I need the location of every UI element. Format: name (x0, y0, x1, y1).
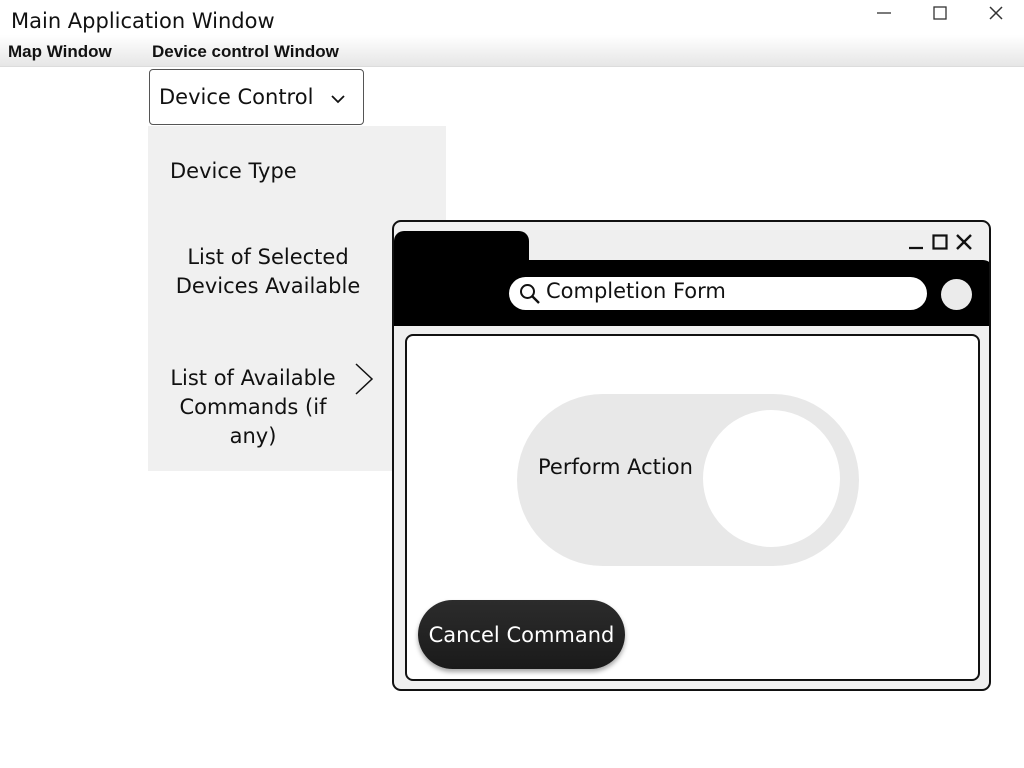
header-circle-button[interactable] (941, 279, 972, 310)
close-button[interactable] (968, 0, 1024, 26)
app-window-title: Main Application Window (11, 9, 275, 33)
dropdown-selected-value: Device Control (159, 85, 314, 109)
minimize-button[interactable] (856, 0, 912, 26)
menu-item-available-commands[interactable]: List of Available Commands (if any) (156, 364, 350, 451)
minimize-icon (909, 246, 923, 250)
cancel-command-button[interactable]: Cancel Command (418, 600, 625, 669)
completion-form-search-bar[interactable]: Completion Form (509, 277, 927, 310)
perform-action-toggle[interactable]: Perform Action (517, 394, 859, 566)
completion-form-window: Completion Form Perform Action Cancel Co… (392, 220, 991, 691)
menu-item-map-window[interactable]: Map Window (8, 42, 112, 62)
popup-maximize-button[interactable] (931, 233, 949, 251)
maximize-button[interactable] (912, 0, 968, 26)
completion-form-content: Perform Action Cancel Command (405, 334, 980, 681)
popup-close-button[interactable] (955, 233, 973, 251)
menu-item-device-type[interactable]: Device Type (170, 157, 297, 186)
menu-item-selected-devices[interactable]: List of Selected Devices Available (162, 243, 374, 301)
popup-minimize-button[interactable] (907, 233, 925, 251)
toggle-knob[interactable] (703, 410, 840, 547)
device-control-dropdown[interactable]: Device Control (149, 69, 364, 125)
window-controls (856, 0, 1024, 26)
menu-bar: Map Window Device control Window (0, 35, 1024, 67)
menu-item-device-control-window[interactable]: Device control Window (152, 42, 339, 62)
close-icon (956, 234, 972, 250)
chevron-down-icon (331, 95, 345, 104)
chevron-right-icon[interactable] (354, 362, 374, 396)
maximize-icon (932, 234, 948, 250)
search-text: Completion Form (546, 279, 726, 303)
perform-action-label: Perform Action (538, 455, 693, 479)
minimize-icon (877, 12, 891, 14)
close-icon (989, 6, 1003, 20)
search-icon (520, 284, 540, 304)
maximize-icon (933, 6, 947, 20)
popup-window-controls (907, 233, 973, 251)
